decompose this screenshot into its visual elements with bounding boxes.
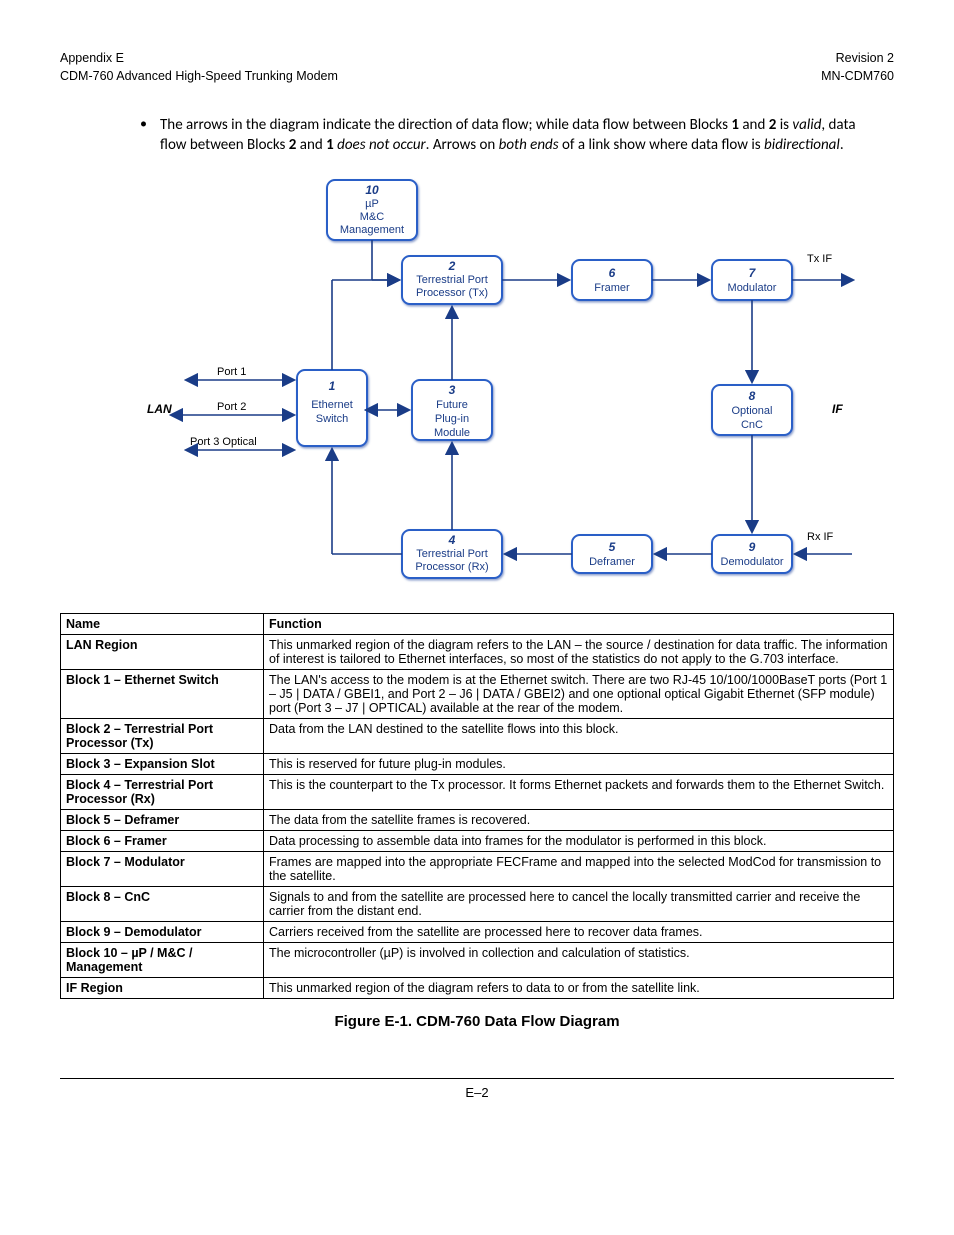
- table-row: Block 5 – DeframerThe data from the sate…: [61, 809, 894, 830]
- cell-function: The data from the satellite frames is re…: [264, 809, 894, 830]
- svg-text:6: 6: [609, 266, 616, 280]
- table-row: Block 1 – Ethernet SwitchThe LAN's acces…: [61, 669, 894, 718]
- svg-text:5: 5: [609, 540, 616, 554]
- page-header: Appendix E CDM-760 Advanced High-Speed T…: [60, 50, 894, 85]
- svg-text:Optional: Optional: [732, 405, 773, 417]
- cell-name: Block 6 – Framer: [61, 830, 264, 851]
- cell-function: The microcontroller (µP) is involved in …: [264, 942, 894, 977]
- table-row: Block 2 – Terrestrial Port Processor (Tx…: [61, 718, 894, 753]
- svg-text:2: 2: [448, 259, 456, 273]
- figure-caption: Figure E-1. CDM-760 Data Flow Diagram: [60, 1013, 894, 1030]
- svg-text:Module: Module: [434, 427, 470, 439]
- cell-name: LAN Region: [61, 634, 264, 669]
- table-row: LAN RegionThis unmarked region of the di…: [61, 634, 894, 669]
- page-number: E–2: [60, 1078, 894, 1100]
- cell-name: IF Region: [61, 977, 264, 998]
- cell-function: Data processing to assemble data into fr…: [264, 830, 894, 851]
- table-row: Block 9 – DemodulatorCarriers received f…: [61, 921, 894, 942]
- cell-name: Block 8 – CnC: [61, 886, 264, 921]
- svg-text:Port 3 Optical: Port 3 Optical: [190, 436, 257, 448]
- header-right-2: MN-CDM760: [821, 68, 894, 86]
- svg-text:Ethernet: Ethernet: [311, 399, 353, 411]
- table-row: Block 8 – CnCSignals to and from the sat…: [61, 886, 894, 921]
- cell-name: Block 5 – Deframer: [61, 809, 264, 830]
- svg-text:4: 4: [448, 533, 456, 547]
- cell-name: Block 3 – Expansion Slot: [61, 753, 264, 774]
- cell-function: Signals to and from the satellite are pr…: [264, 886, 894, 921]
- svg-text:8: 8: [749, 389, 756, 403]
- svg-text:LAN: LAN: [147, 402, 172, 416]
- svg-text:Terrestrial Port: Terrestrial Port: [416, 548, 488, 560]
- svg-text:Processor (Tx): Processor (Tx): [416, 287, 488, 299]
- svg-text:Management: Management: [340, 224, 404, 236]
- svg-text:1: 1: [329, 379, 336, 393]
- svg-text:3: 3: [449, 383, 456, 397]
- svg-text:Plug-in: Plug-in: [435, 413, 469, 425]
- svg-text:Modulator: Modulator: [728, 282, 777, 294]
- cell-name: Block 4 – Terrestrial Port Processor (Rx…: [61, 774, 264, 809]
- cell-function: This unmarked region of the diagram refe…: [264, 634, 894, 669]
- svg-text:Processor (Rx): Processor (Rx): [415, 561, 488, 573]
- svg-text:Switch: Switch: [316, 413, 348, 425]
- svg-text:Rx IF: Rx IF: [807, 531, 834, 543]
- svg-text:10: 10: [365, 183, 379, 197]
- svg-text:9: 9: [749, 540, 756, 554]
- table-row: Block 10 – µP / M&C / ManagementThe micr…: [61, 942, 894, 977]
- cell-function: The LAN's access to the modem is at the …: [264, 669, 894, 718]
- svg-text:Future: Future: [436, 399, 468, 411]
- svg-text:Port 2: Port 2: [217, 401, 246, 413]
- header-left-1: Appendix E: [60, 50, 338, 68]
- table-row: IF RegionThis unmarked region of the dia…: [61, 977, 894, 998]
- table-row: Block 4 – Terrestrial Port Processor (Rx…: [61, 774, 894, 809]
- cell-name: Block 2 – Terrestrial Port Processor (Tx…: [61, 718, 264, 753]
- svg-text:Port 1: Port 1: [217, 366, 246, 378]
- svg-text:Framer: Framer: [594, 282, 630, 294]
- svg-text:M&C: M&C: [360, 211, 385, 223]
- cell-function: Data from the LAN destined to the satell…: [264, 718, 894, 753]
- cell-function: Frames are mapped into the appropriate F…: [264, 851, 894, 886]
- bullet-dot: •: [140, 115, 160, 156]
- svg-text:CnC: CnC: [741, 419, 763, 431]
- cell-function: This is reserved for future plug-in modu…: [264, 753, 894, 774]
- svg-text:IF: IF: [832, 402, 843, 416]
- svg-text:Terrestrial Port: Terrestrial Port: [416, 274, 488, 286]
- function-table: Name Function LAN RegionThis unmarked re…: [60, 613, 894, 999]
- svg-text:Tx IF: Tx IF: [807, 253, 832, 265]
- data-flow-diagram: .box { fill:#fff; stroke:#2b5fc7; stroke…: [92, 170, 862, 605]
- cell-name: Block 9 – Demodulator: [61, 921, 264, 942]
- th-name: Name: [61, 613, 264, 634]
- svg-text:µP: µP: [365, 198, 379, 210]
- bullet-paragraph: • The arrows in the diagram indicate the…: [140, 115, 884, 156]
- bullet-text: The arrows in the diagram indicate the d…: [160, 115, 884, 156]
- th-function: Function: [264, 613, 894, 634]
- cell-name: Block 1 – Ethernet Switch: [61, 669, 264, 718]
- header-left-2: CDM-760 Advanced High-Speed Trunking Mod…: [60, 68, 338, 86]
- table-row: Block 7 – ModulatorFrames are mapped int…: [61, 851, 894, 886]
- svg-text:Demodulator: Demodulator: [721, 556, 784, 568]
- table-row: Block 3 – Expansion SlotThis is reserved…: [61, 753, 894, 774]
- svg-text:Deframer: Deframer: [589, 556, 635, 568]
- cell-function: Carriers received from the satellite are…: [264, 921, 894, 942]
- cell-name: Block 7 – Modulator: [61, 851, 264, 886]
- header-right-1: Revision 2: [821, 50, 894, 68]
- cell-function: This is the counterpart to the Tx proces…: [264, 774, 894, 809]
- cell-name: Block 10 – µP / M&C / Management: [61, 942, 264, 977]
- table-row: Block 6 – FramerData processing to assem…: [61, 830, 894, 851]
- cell-function: This unmarked region of the diagram refe…: [264, 977, 894, 998]
